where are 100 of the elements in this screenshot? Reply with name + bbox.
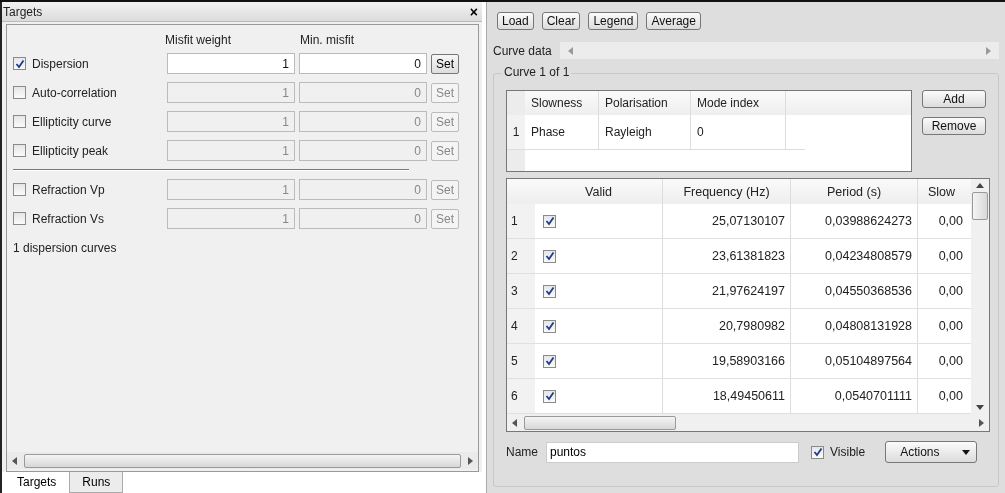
weight-field[interactable]: 1	[167, 140, 295, 161]
horizontal-scrollbar[interactable]	[7, 452, 478, 469]
panel-title: Targets	[3, 4, 43, 19]
toolbar-button[interactable]: Legend	[588, 12, 639, 30]
weight-field[interactable]: 1	[167, 111, 295, 132]
target-label: Refraction Vs	[32, 211, 105, 226]
table-cell: Rayleigh	[599, 115, 691, 149]
min-misfit-field[interactable]: 0	[299, 179, 427, 200]
table-cell-text: 0,00	[937, 283, 964, 300]
row-number: 6	[507, 379, 535, 413]
row-number: 1	[507, 204, 535, 238]
weight-field[interactable]: 1	[167, 208, 295, 229]
visible-label: Visible	[830, 445, 866, 459]
table-cell-text: 0,00	[937, 388, 964, 405]
left-arrow-icon[interactable]	[512, 418, 518, 427]
curve-count-text: 1 dispersion curves	[13, 241, 118, 255]
table-cell-text: 0,00	[937, 213, 964, 230]
min-misfit-field[interactable]: 0	[299, 53, 427, 74]
target-label: Refraction Vp	[32, 182, 105, 197]
table-cell-text: 0,00	[937, 318, 964, 335]
valid-checkbox[interactable]	[543, 354, 556, 368]
table-cell: 0	[691, 115, 786, 149]
table-cell: 18,49450611	[663, 379, 791, 413]
target-label: Auto-correlation	[32, 85, 117, 100]
column-header: Period (s)	[791, 179, 918, 204]
table-cell: 0,03988624273	[791, 204, 918, 238]
table-cell-text: 0,00	[937, 248, 964, 265]
table-cell: 21,97624197	[663, 274, 791, 308]
weight-field[interactable]: 1	[167, 53, 295, 74]
close-button[interactable]: ×	[469, 4, 478, 19]
checkbox[interactable]	[13, 86, 26, 99]
mode-button[interactable]: Remove	[922, 117, 986, 135]
min-misfit-field[interactable]: 0	[299, 140, 427, 161]
set-button[interactable]: Set	[431, 208, 459, 229]
right-arrow-icon[interactable]	[467, 456, 473, 465]
table-cell: 25,07130107	[663, 204, 791, 238]
set-button[interactable]: Set	[431, 111, 459, 132]
checkbox[interactable]	[13, 57, 26, 70]
table-cell: 0,05104897564	[791, 344, 918, 378]
toolbar-button[interactable]: Load	[497, 12, 534, 30]
toolbar-button[interactable]: Average	[646, 12, 701, 30]
scroll-thumb[interactable]	[524, 415, 676, 430]
table-cell: 0,04550368536	[791, 274, 918, 308]
set-button[interactable]: Set	[431, 53, 459, 74]
column-header: Slow	[926, 183, 957, 201]
checkbox[interactable]	[13, 212, 26, 225]
row-number: 2	[507, 239, 535, 273]
header-corner	[507, 91, 525, 115]
checkbox[interactable]	[13, 144, 26, 157]
left-arrow-icon[interactable]	[12, 456, 18, 465]
visible-checkbox[interactable]	[811, 445, 824, 459]
weight-field[interactable]: 1	[167, 179, 295, 200]
up-arrow-icon[interactable]	[976, 183, 984, 189]
set-button[interactable]: Set	[431, 179, 459, 200]
target-label: Ellipticity curve	[32, 114, 112, 129]
column-header: Misfit weight	[165, 33, 233, 47]
column-header: Polarisation	[599, 91, 691, 115]
table-cell: Phase	[525, 115, 599, 149]
down-arrow-icon[interactable]	[976, 404, 984, 410]
set-button[interactable]: Set	[431, 140, 459, 161]
weight-field[interactable]: 1	[167, 82, 295, 103]
table-cell: 0,0540701111	[791, 379, 918, 413]
actions-button[interactable]: Actions	[885, 441, 978, 463]
curve-data-label: Curve data	[493, 43, 552, 58]
min-misfit-field[interactable]: 0	[299, 208, 427, 229]
valid-checkbox[interactable]	[543, 389, 556, 403]
valid-checkbox[interactable]	[543, 249, 556, 263]
row-number: 5	[507, 344, 535, 378]
table-cell: 0,04234808579	[791, 239, 918, 273]
tab[interactable]: Runs	[69, 472, 124, 493]
horizontal-scrollbar[interactable]	[507, 414, 989, 431]
min-misfit-field[interactable]: 0	[299, 111, 427, 132]
column-header: Frequency (Hz)	[663, 179, 791, 204]
row-number: 1	[507, 115, 525, 149]
table-cell: 0,04808131928	[791, 309, 918, 343]
toolbar-button[interactable]: Clear	[541, 12, 581, 30]
column-header: Slowness	[525, 91, 599, 115]
right-arrow-icon[interactable]	[978, 418, 984, 427]
name-field[interactable]: puntos	[546, 441, 799, 463]
row-number: 4	[507, 309, 535, 343]
column-header: Mode index	[691, 91, 786, 115]
checkbox[interactable]	[13, 183, 26, 196]
table-cell: 20,7980982	[663, 309, 791, 343]
group-title: Curve 1 of 1	[502, 65, 572, 79]
table-cell: 19,58903166	[663, 344, 791, 378]
name-label: Name	[506, 445, 538, 459]
vertical-scrollbar[interactable]	[971, 179, 989, 414]
valid-checkbox[interactable]	[543, 214, 556, 228]
checkbox[interactable]	[13, 115, 26, 128]
set-button[interactable]: Set	[431, 82, 459, 103]
scroll-thumb[interactable]	[972, 192, 988, 220]
min-misfit-field[interactable]: 0	[299, 82, 427, 103]
valid-checkbox[interactable]	[543, 284, 556, 298]
valid-checkbox[interactable]	[543, 319, 556, 333]
target-label: Ellipticity peak	[32, 143, 109, 158]
mode-button[interactable]: Add	[922, 90, 986, 108]
caret-icon	[962, 449, 971, 455]
target-label: Dispersion	[32, 56, 89, 71]
column-header: Min. misfit	[300, 33, 354, 47]
scroll-thumb[interactable]	[24, 453, 461, 468]
